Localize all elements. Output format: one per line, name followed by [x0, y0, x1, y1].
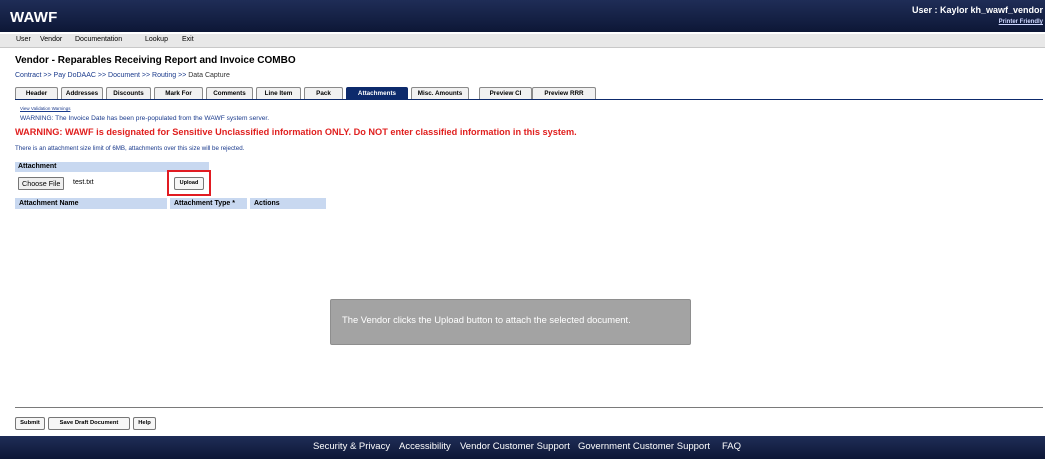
footer-faq-link[interactable]: FAQ — [722, 441, 741, 452]
tab-preview-rrr[interactable]: Preview RRR — [532, 87, 596, 99]
breadcrumb-document[interactable]: Document — [108, 72, 140, 79]
upload-button[interactable]: Upload — [174, 177, 204, 190]
user-info: User : Kaylor kh_wawf_vendor — [911, 5, 1043, 15]
attachment-size-notice: There is an attachment size limit of 6MB… — [15, 145, 245, 152]
tab-underline — [15, 99, 1043, 100]
tab-preview-ci[interactable]: Preview CI — [479, 87, 532, 99]
menu-documentation[interactable]: Documentation — [75, 36, 122, 43]
sensitive-info-warning: WARNING: WAWF is designated for Sensitiv… — [15, 127, 577, 137]
tab-header[interactable]: Header — [15, 87, 58, 99]
footer: Security & Privacy Accessibility Vendor … — [0, 436, 1045, 459]
breadcrumb-separator: >> — [178, 72, 189, 79]
breadcrumb-routing[interactable]: Routing — [152, 72, 176, 79]
choose-file-button[interactable]: Choose File — [18, 177, 65, 190]
footer-security-privacy-link[interactable]: Security & Privacy — [313, 441, 390, 452]
submit-button[interactable]: Submit — [15, 417, 45, 430]
menu-lookup[interactable]: Lookup — [145, 36, 168, 43]
tab-discounts[interactable]: Discounts — [106, 87, 151, 99]
column-header-attachment-type: Attachment Type * — [170, 198, 247, 209]
instruction-callout: The Vendor clicks the Upload button to a… — [330, 299, 691, 345]
tab-addresses[interactable]: Addresses — [61, 87, 103, 99]
tab-mark-for[interactable]: Mark For — [154, 87, 203, 99]
menu-user[interactable]: User — [16, 36, 31, 43]
breadcrumb: Contract >> Pay DoDAAC >> Document >> Ro… — [15, 72, 230, 79]
help-button[interactable]: Help — [133, 417, 156, 430]
footer-accessibility-link[interactable]: Accessibility — [399, 441, 451, 452]
tab-pack[interactable]: Pack — [304, 87, 343, 99]
invoice-date-notice: WARNING: The Invoice Date has been pre-p… — [20, 115, 270, 122]
bottom-divider — [15, 407, 1043, 408]
tab-comments[interactable]: Comments — [206, 87, 253, 99]
breadcrumb-separator: >> — [141, 72, 153, 79]
view-validation-warnings-link[interactable]: View Validation Warnings — [20, 106, 70, 111]
breadcrumb-contract[interactable]: Contract — [15, 72, 41, 79]
tab-attachments[interactable]: Attachments — [346, 87, 408, 99]
selected-file-name: test.txt — [73, 179, 94, 186]
footer-government-support-link[interactable]: Government Customer Support — [578, 441, 710, 452]
menu-bar: User Vendor Documentation Lookup Exit — [0, 34, 1045, 48]
menu-vendor[interactable]: Vendor — [40, 36, 62, 43]
column-header-attachment-name: Attachment Name — [15, 198, 167, 209]
column-header-actions: Actions — [250, 198, 326, 209]
printer-friendly-link[interactable]: Printer Friendly — [999, 19, 1043, 25]
save-draft-button[interactable]: Save Draft Document — [48, 417, 130, 430]
page-title: Vendor - Reparables Receiving Report and… — [15, 55, 296, 66]
footer-vendor-support-link[interactable]: Vendor Customer Support — [460, 441, 570, 452]
menu-exit[interactable]: Exit — [182, 36, 194, 43]
wawf-logo: WAWF — [10, 9, 58, 26]
breadcrumb-current: Data Capture — [188, 72, 230, 79]
top-banner: WAWF User : Kaylor kh_wawf_vendor Printe… — [0, 0, 1045, 32]
tab-misc-amounts[interactable]: Misc. Amounts — [411, 87, 469, 99]
tab-line-item[interactable]: Line Item — [256, 87, 301, 99]
breadcrumb-separator: >> — [43, 72, 54, 79]
breadcrumb-separator: >> — [97, 72, 109, 79]
breadcrumb-pay-dodaac[interactable]: Pay DoDAAC — [54, 72, 96, 79]
